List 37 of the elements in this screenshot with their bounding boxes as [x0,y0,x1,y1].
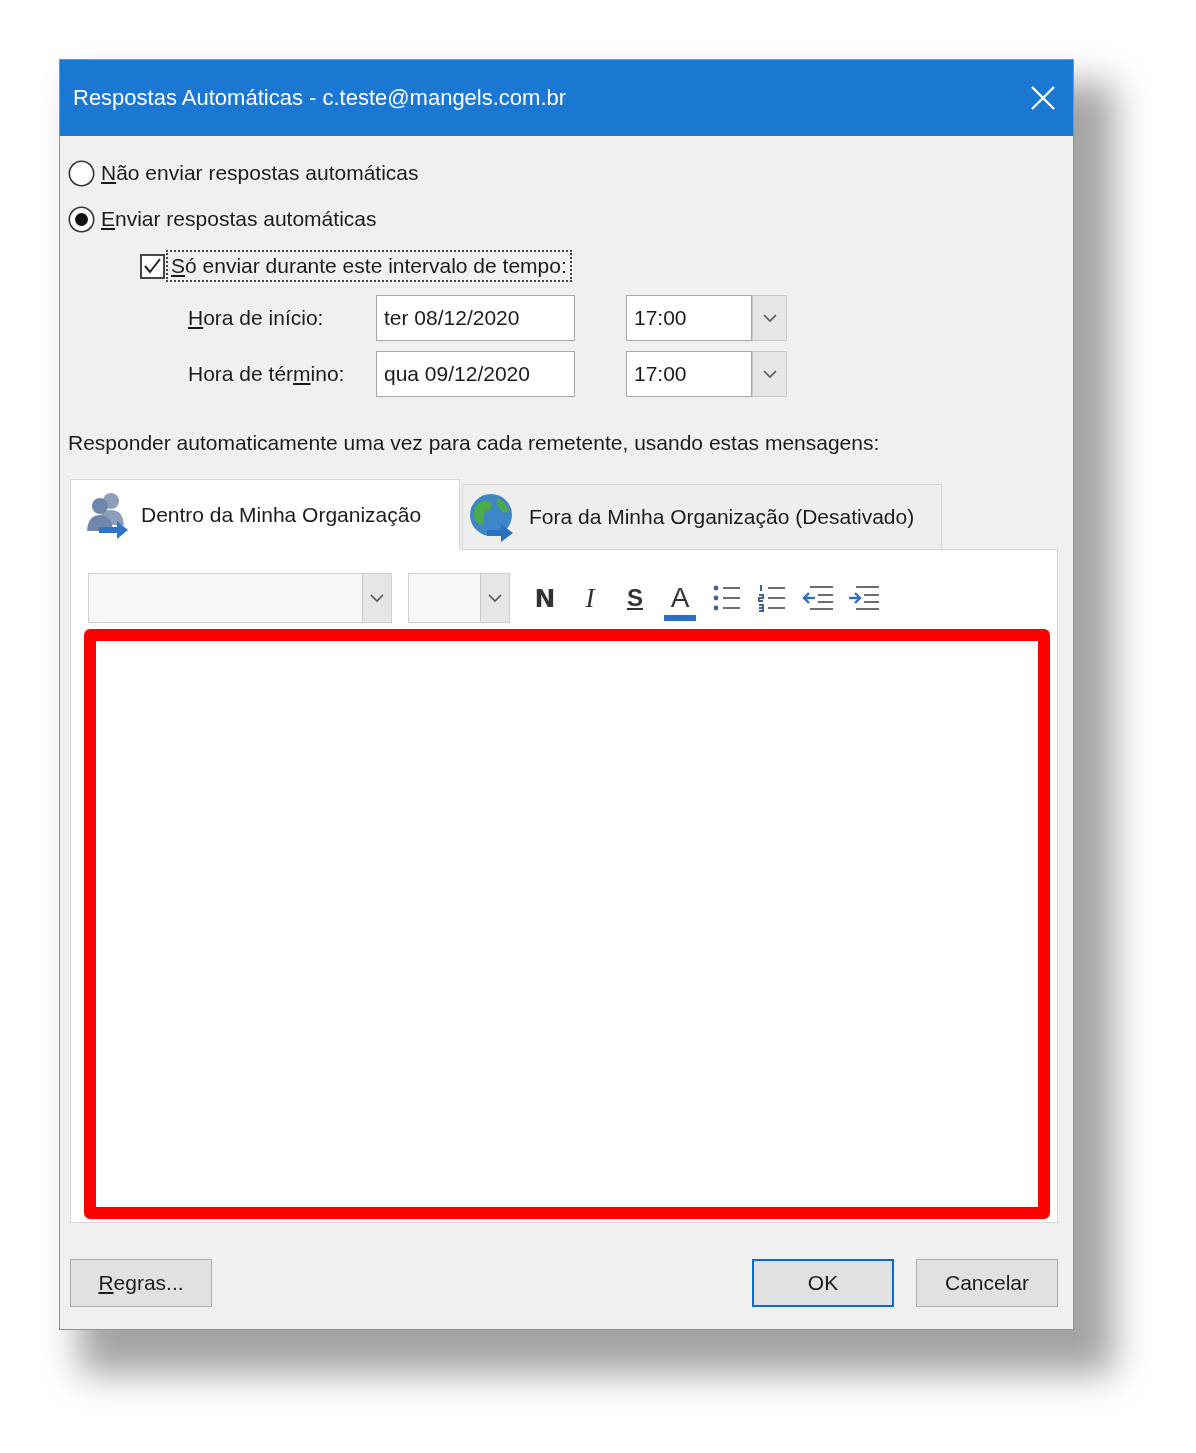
font-color-button[interactable]: A [664,581,696,621]
checkbox-label[interactable]: Só enviar durante este intervalo de tempo: [168,252,570,280]
checkbox[interactable] [140,253,165,279]
underline-button[interactable]: S [615,576,655,620]
dropdown-button[interactable] [752,295,787,341]
chevron-down-icon [370,593,384,603]
instruction-text: Responder automaticamente uma vez para cada remetente, usando estas mensagens: [68,430,881,456]
dialog-button[interactable]: Cancelar [916,1259,1058,1307]
chevron-down-icon [488,593,502,603]
bulleted-list-icon[interactable] [713,584,741,612]
time-field[interactable]: 17:00 [626,295,752,341]
increase-indent-icon[interactable] [848,585,880,611]
time-field[interactable]: 17:00 [626,351,752,397]
radio-label[interactable]: Não enviar respostas automáticas [101,161,419,185]
bold-button[interactable]: N [525,576,565,620]
decrease-indent-icon[interactable] [802,585,834,611]
window-title: Respostas Automáticas - c.teste@mangels.com.br [73,85,568,111]
people-icon [85,491,129,539]
dropdown-button[interactable] [362,574,391,622]
radio-button[interactable] [68,159,95,187]
chevron-down-icon [762,369,777,379]
date-field[interactable]: ter 08/12/2020 [376,295,575,341]
italic-button[interactable]: I [570,576,610,620]
chevron-down-icon [762,313,777,323]
rules-button[interactable]: Regras... [70,1259,212,1307]
numbered-list-icon[interactable] [758,584,786,612]
tab[interactable]: Dentro da Minha Organização [70,479,460,550]
dialog-button[interactable]: OK [752,1259,894,1307]
radio-label[interactable]: Enviar respostas automáticas [101,207,377,231]
tab[interactable]: Fora da Minha Organização (Desativado) [462,484,942,550]
radio-button[interactable] [68,205,95,233]
close-icon[interactable] [1031,86,1055,110]
field-label: Hora de início: [188,306,325,330]
date-field[interactable]: qua 09/12/2020 [376,351,575,397]
dropdown-button[interactable] [480,574,509,622]
dropdown-button[interactable] [752,351,787,397]
field-label: Hora de término: [188,362,346,386]
